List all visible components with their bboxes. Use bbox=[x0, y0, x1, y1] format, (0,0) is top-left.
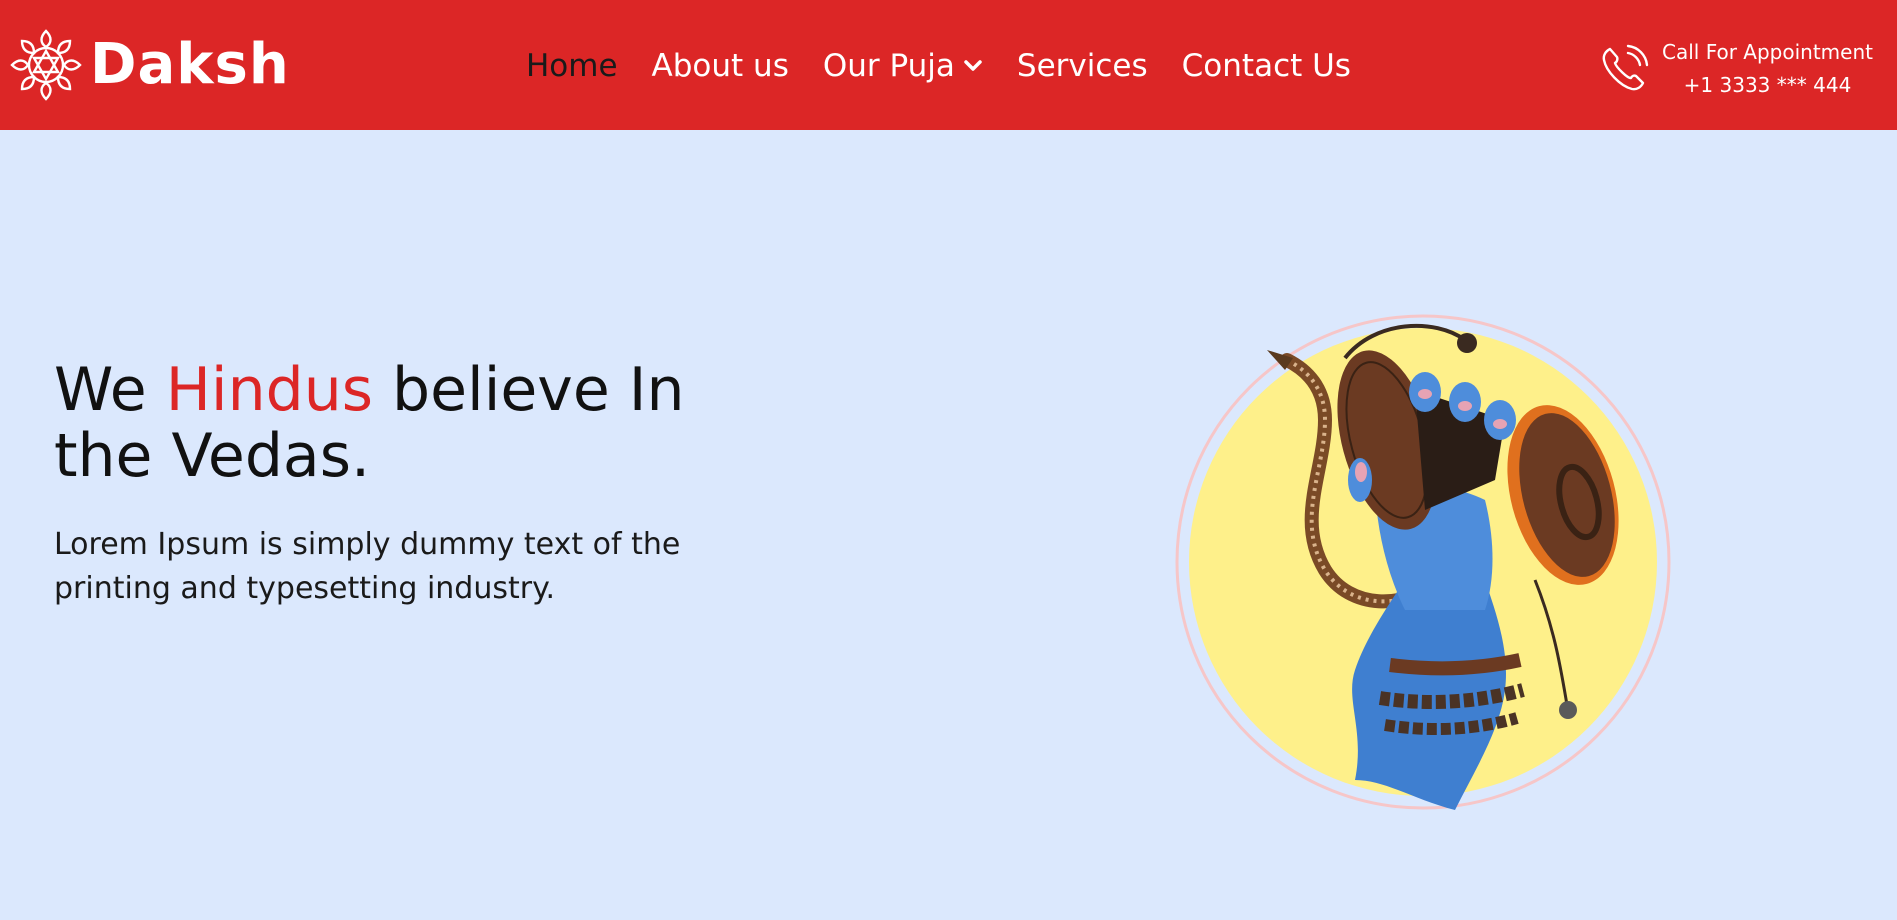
shiva-hand-damaru-illustration bbox=[1175, 314, 1671, 810]
contact-phone[interactable]: +1 3333 *** 444 bbox=[1662, 69, 1873, 102]
contact-appointment[interactable]: Call For Appointment +1 3333 *** 444 bbox=[1598, 36, 1873, 102]
chevron-down-icon bbox=[964, 60, 982, 71]
hero-title-before: We bbox=[54, 355, 166, 425]
nav-services[interactable]: Services bbox=[1017, 48, 1148, 84]
contact-label: Call For Appointment bbox=[1662, 40, 1873, 64]
nav-contact-us[interactable]: Contact Us bbox=[1182, 48, 1351, 84]
nav-home[interactable]: Home bbox=[526, 48, 618, 84]
phone-icon bbox=[1602, 44, 1649, 91]
nav-our-puja-label: Our Puja bbox=[822, 48, 955, 84]
nav-about-us[interactable]: About us bbox=[652, 48, 789, 84]
star-of-david-lotus-icon bbox=[10, 29, 82, 101]
brand-logo-link[interactable]: Daksh bbox=[8, 27, 290, 103]
brand-name: Daksh bbox=[90, 32, 290, 97]
hero-title: We Hindus believe In the Vedas. bbox=[54, 357, 754, 489]
main-nav: Home About us Our Puja Services Contact … bbox=[526, 44, 1385, 88]
nav-our-puja[interactable]: Our Puja bbox=[823, 48, 983, 84]
hero-description: Lorem Ipsum is simply dummy text of the … bbox=[54, 527, 681, 606]
hero-title-accent: Hindus bbox=[165, 355, 373, 425]
site-header: Daksh Home About us Our Puja Services Co… bbox=[0, 0, 1897, 130]
contact-text: Call For Appointment +1 3333 *** 444 bbox=[1662, 36, 1873, 102]
